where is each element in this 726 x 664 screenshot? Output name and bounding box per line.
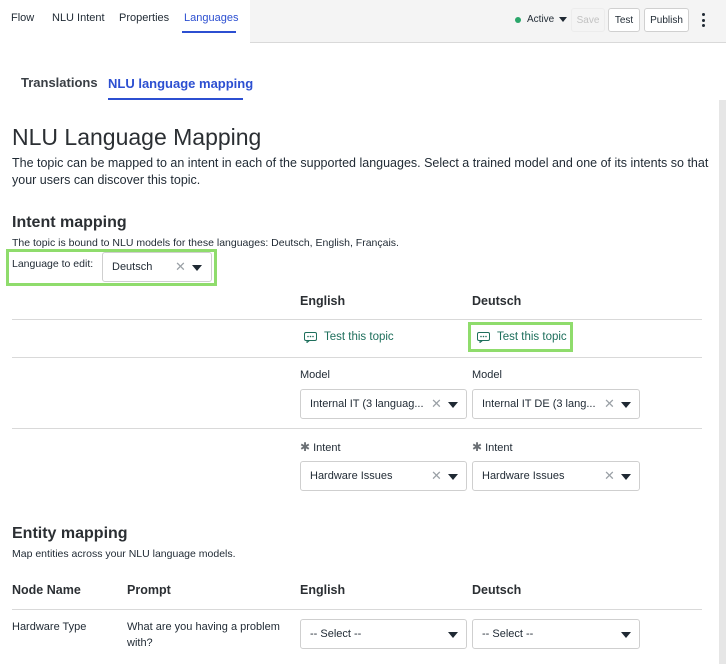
required-asterisk-icon: ✱ <box>300 440 311 454</box>
chevron-down-icon[interactable] <box>621 474 631 480</box>
model-select-deutsch[interactable]: Internal IT DE (3 lang... ✕ <box>472 389 640 419</box>
intent-mapping-description: The topic is bound to NLU models for the… <box>12 237 399 249</box>
chevron-down-icon[interactable] <box>448 402 458 408</box>
active-tab-indicator <box>182 31 236 33</box>
clear-icon[interactable]: ✕ <box>604 468 615 484</box>
test-topic-link-deutsch[interactable]: Test this topic <box>477 331 567 343</box>
model-select-value: Internal IT DE (3 lang... <box>482 398 596 410</box>
entity-select-english[interactable]: -- Select -- <box>300 619 467 649</box>
entity-mapping-description: Map entities across your NLU language mo… <box>12 548 236 560</box>
tab-nlu-language-mapping[interactable]: NLU language mapping <box>108 76 253 91</box>
language-to-edit-label: Language to edit: <box>12 258 94 270</box>
divider <box>12 357 702 358</box>
top-nav-bar: Flow NLU Intent Properties Languages Act… <box>0 0 726 43</box>
status-dropdown[interactable]: Active <box>515 14 568 25</box>
chat-icon <box>304 331 317 343</box>
chevron-down-icon[interactable] <box>621 632 631 638</box>
active-subtab-indicator <box>108 98 243 100</box>
model-label-english: Model <box>300 369 330 381</box>
clear-icon[interactable]: ✕ <box>431 468 442 484</box>
column-deutsch: Deutsch <box>472 294 522 308</box>
page-description: The topic can be mapped to an intent in … <box>12 156 709 187</box>
divider <box>12 428 702 429</box>
test-topic-label: Test this topic <box>324 331 394 343</box>
intent-select-value: Hardware Issues <box>482 470 565 482</box>
model-select-value: Internal IT (3 languag... <box>310 398 424 410</box>
language-select[interactable]: Deutsch ✕ <box>102 252 212 282</box>
intent-label-deutsch: ✱ Intent <box>472 440 513 454</box>
test-button[interactable]: Test <box>608 8 640 32</box>
entity-select-value: -- Select -- <box>310 628 362 640</box>
tab-translations[interactable]: Translations <box>21 75 98 90</box>
tab-languages[interactable]: Languages <box>184 12 238 24</box>
chat-icon <box>477 331 490 343</box>
chevron-down-icon[interactable] <box>448 632 458 638</box>
column-node-name: Node Name <box>12 583 81 597</box>
entity-select-value: -- Select -- <box>482 628 534 640</box>
publish-button[interactable]: Publish <box>644 8 689 32</box>
tab-nlu-intent[interactable]: NLU Intent <box>52 12 105 24</box>
column-english: English <box>300 294 346 308</box>
intent-select-deutsch[interactable]: Hardware Issues ✕ <box>472 461 640 491</box>
intent-label-text: Intent <box>313 442 341 454</box>
tab-flow[interactable]: Flow <box>11 12 34 24</box>
column-prompt: Prompt <box>127 583 171 597</box>
clear-icon[interactable]: ✕ <box>431 396 442 412</box>
status-dot-icon <box>515 16 521 23</box>
divider <box>12 609 702 610</box>
column-deutsch: Deutsch <box>472 583 522 597</box>
chevron-down-icon[interactable] <box>192 265 202 271</box>
chevron-down-icon[interactable] <box>621 402 631 408</box>
column-english: English <box>300 583 346 597</box>
intent-mapping-title: Intent mapping <box>12 214 127 231</box>
chevron-down-icon <box>559 17 568 22</box>
entity-select-deutsch[interactable]: -- Select -- <box>472 619 640 649</box>
entity-mapping-title: Entity mapping <box>12 525 128 542</box>
intent-label-english: ✱ Intent <box>300 440 341 454</box>
tab-properties[interactable]: Properties <box>119 12 169 24</box>
top-nav-tabs: Flow NLU Intent Properties Languages <box>0 0 250 43</box>
clear-icon[interactable]: ✕ <box>175 259 186 275</box>
language-select-value: Deutsch <box>112 261 153 273</box>
intent-label-text: Intent <box>485 442 513 454</box>
scrollbar[interactable] <box>719 100 726 664</box>
page-title: NLU Language Mapping <box>12 124 262 150</box>
intent-select-english[interactable]: Hardware Issues ✕ <box>300 461 467 491</box>
more-options-icon[interactable] <box>700 13 706 27</box>
node-name-cell: Hardware Type <box>12 621 87 633</box>
chevron-down-icon[interactable] <box>448 474 458 480</box>
clear-icon[interactable]: ✕ <box>604 396 615 412</box>
divider <box>12 319 702 320</box>
status-label: Active <box>527 14 555 25</box>
intent-select-value: Hardware Issues <box>310 470 393 482</box>
test-topic-link-english[interactable]: Test this topic <box>304 331 394 343</box>
test-topic-label: Test this topic <box>497 331 567 343</box>
save-button[interactable]: Save <box>571 8 605 32</box>
model-select-english[interactable]: Internal IT (3 languag... ✕ <box>300 389 467 419</box>
prompt-cell: What are you having a problem with? <box>127 621 280 649</box>
model-label-deutsch: Model <box>472 369 502 381</box>
required-asterisk-icon: ✱ <box>472 440 483 454</box>
